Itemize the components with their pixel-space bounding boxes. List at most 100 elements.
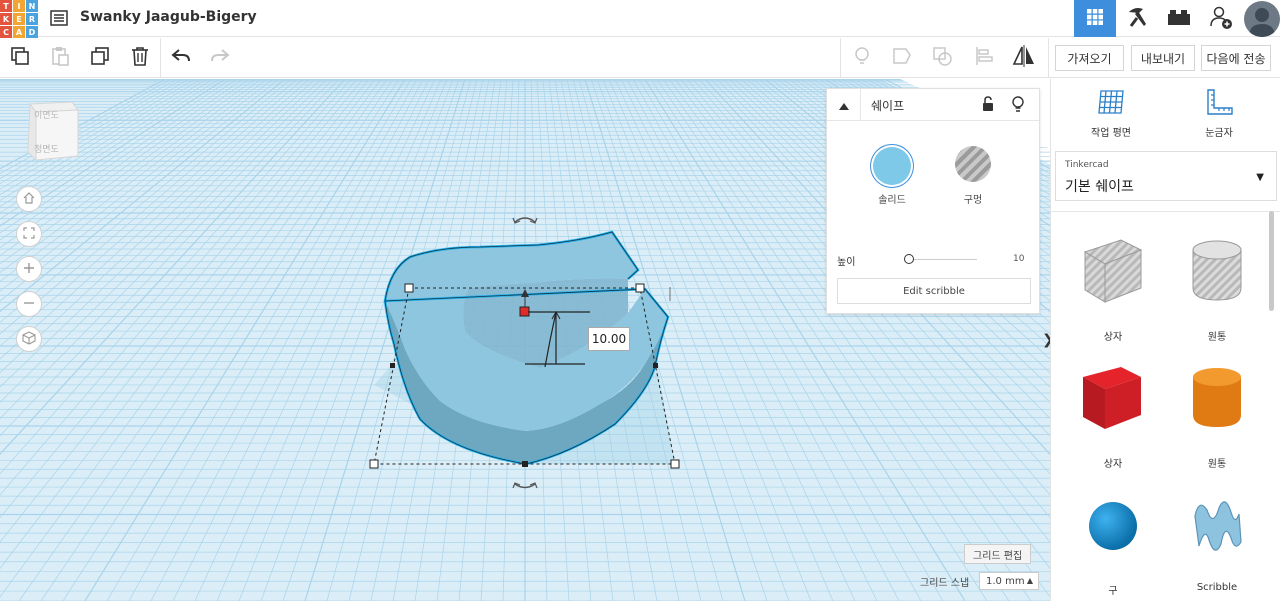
- avatar[interactable]: [1244, 1, 1280, 37]
- group-icon: [891, 45, 913, 71]
- height-label: 높이: [837, 257, 856, 268]
- align-icon: [973, 45, 995, 71]
- shape-scribble[interactable]: Scribble: [1177, 486, 1257, 593]
- lightbulb-icon: [851, 45, 873, 71]
- caret-up-icon: ▲: [1026, 576, 1033, 585]
- height-slider-track[interactable]: [907, 259, 977, 260]
- logo-letter: N: [26, 0, 38, 12]
- paste-button[interactable]: [46, 44, 74, 72]
- export-button[interactable]: 내보내기: [1131, 45, 1195, 71]
- shape-inspector: 쉐이프 솔리드 구멍 높이 10 Edit scribble: [826, 88, 1040, 314]
- shape-library-select[interactable]: Tinkercad 기본 쉐이프 ▼: [1055, 151, 1277, 201]
- invite-button[interactable]: [1200, 0, 1242, 37]
- library-name: 기본 쉐이프: [1065, 179, 1134, 195]
- shape-label: 상자: [1103, 332, 1123, 343]
- logo-letter: T: [0, 0, 12, 12]
- height-dimension-input[interactable]: 10.00: [588, 327, 630, 351]
- lock-icon[interactable]: [981, 96, 995, 116]
- ruler-icon: [1179, 87, 1259, 120]
- workplane-button[interactable]: 작업 평면: [1071, 87, 1151, 139]
- shape-label: 원통: [1207, 332, 1227, 343]
- toolbar-divider: [840, 38, 841, 78]
- mirror-icon: [1011, 44, 1037, 72]
- box-hole-icon: [1073, 239, 1153, 326]
- lightbulb-icon[interactable]: [1011, 95, 1025, 117]
- cylinder-hole-icon: [1177, 240, 1257, 326]
- shape-cylinder[interactable]: 원통: [1177, 359, 1257, 470]
- duplicate-button[interactable]: [86, 44, 114, 72]
- scribble-icon: [1177, 501, 1257, 580]
- ruler-button[interactable]: 눈금자: [1179, 87, 1259, 139]
- shape-label: 상자: [1103, 459, 1123, 470]
- edit-scribble-button[interactable]: Edit scribble: [837, 278, 1031, 304]
- height-slider-knob[interactable]: [904, 254, 914, 264]
- align-button[interactable]: [970, 44, 998, 72]
- logo-letter: D: [26, 26, 38, 38]
- box-icon: [1073, 367, 1153, 453]
- hole-label: 구멍: [963, 195, 983, 206]
- copy-button[interactable]: [6, 44, 34, 72]
- bricks-button[interactable]: [1158, 0, 1200, 37]
- shape-label: Scribble: [1196, 582, 1238, 593]
- tinkercad-logo[interactable]: T I N K E R C A D: [0, 0, 38, 38]
- import-button[interactable]: 가져오기: [1055, 45, 1124, 71]
- top-header: T I N K E R C A D Swanky Jaagub-Bigery: [0, 0, 1280, 38]
- duplicate-icon: [89, 45, 111, 71]
- paste-icon: [49, 45, 71, 71]
- toolbar-divider: [160, 38, 161, 78]
- height-value: 10: [1013, 254, 1025, 264]
- ungroup-button[interactable]: [928, 44, 956, 72]
- library-source: Tinkercad: [1065, 160, 1109, 170]
- ruler-label: 눈금자: [1205, 128, 1233, 139]
- project-title[interactable]: Swanky Jaagub-Bigery: [80, 9, 257, 25]
- solid-label: 솔리드: [878, 195, 906, 206]
- snap-grid-label: 그리드 스냅: [920, 578, 970, 589]
- shape-sphere[interactable]: 구: [1073, 486, 1153, 597]
- edit-grid-button[interactable]: 그리드 편집: [964, 544, 1032, 564]
- pickaxe-icon: [1125, 5, 1149, 33]
- undo-button[interactable]: [167, 44, 195, 72]
- cylinder-icon: [1177, 368, 1257, 453]
- toolbar-divider: [1048, 38, 1049, 78]
- add-user-icon: [1208, 4, 1234, 34]
- logo-letter: E: [13, 13, 25, 25]
- ungroup-icon: [931, 45, 953, 71]
- edit-toolbar: 가져오기 내보내기 다음에 전송: [0, 38, 1280, 78]
- show-hidden-button[interactable]: [848, 44, 876, 72]
- hole-swatch[interactable]: [955, 146, 991, 182]
- inspector-collapse-button[interactable]: [827, 89, 861, 121]
- shape-box[interactable]: 상자: [1073, 359, 1153, 470]
- shape-box-hole[interactable]: 상자: [1073, 232, 1153, 343]
- logo-letter: R: [26, 13, 38, 25]
- grid-view-button[interactable]: [1074, 0, 1116, 37]
- copy-icon: [9, 45, 31, 71]
- logo-letter: A: [13, 26, 25, 38]
- shape-label: 원통: [1207, 459, 1227, 470]
- shape-library-grid: 상자 원통 상자 원통 구 Scribble: [1051, 211, 1280, 601]
- delete-button[interactable]: [126, 44, 154, 72]
- logo-letter: C: [0, 26, 12, 38]
- redo-button[interactable]: [206, 44, 234, 72]
- sphere-icon: [1073, 502, 1153, 580]
- caret-down-icon: ▼: [1256, 172, 1264, 183]
- snap-grid-select[interactable]: 1.0 mm ▲: [979, 572, 1039, 590]
- trash-icon: [129, 45, 151, 71]
- group-button[interactable]: [888, 44, 916, 72]
- shape-cylinder-hole[interactable]: 원통: [1177, 232, 1257, 343]
- snap-grid-value: 1.0 mm: [986, 575, 1025, 587]
- codeblocks-button[interactable]: [1116, 0, 1158, 37]
- workplane-icon: [1071, 87, 1151, 120]
- shape-library-scrollbar[interactable]: [1269, 211, 1274, 311]
- undo-icon: [170, 45, 192, 71]
- inspector-header: 쉐이프: [827, 89, 1039, 121]
- shape-label: 구: [1108, 586, 1118, 597]
- solid-swatch[interactable]: [873, 147, 911, 185]
- logo-letter: K: [0, 13, 12, 25]
- mirror-button[interactable]: [1010, 44, 1038, 72]
- inspector-title: 쉐이프: [871, 99, 905, 113]
- grid-view-icon: [1085, 7, 1105, 31]
- design-list-icon[interactable]: [49, 8, 69, 28]
- top-nav: [1074, 0, 1280, 37]
- bricks-icon: [1166, 7, 1192, 31]
- send-to-button[interactable]: 다음에 전송: [1201, 45, 1271, 71]
